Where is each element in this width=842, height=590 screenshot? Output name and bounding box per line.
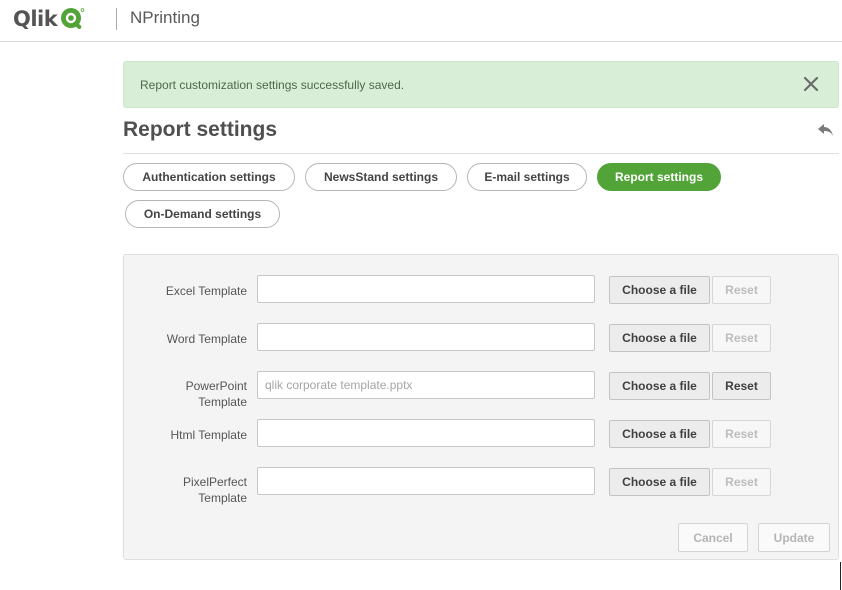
update-button[interactable]: Update xyxy=(758,523,830,552)
pixelperfect-choose-file-button[interactable]: Choose a file xyxy=(609,468,710,496)
page-title: Report settings xyxy=(123,118,278,141)
back-arrow-icon[interactable] xyxy=(816,122,836,138)
excel-reset-button[interactable]: Reset xyxy=(712,276,771,304)
alert-message: Report customization settings successful… xyxy=(140,78,405,92)
tab-label: Authentication settings xyxy=(142,170,276,184)
pixelperfect-template-input[interactable] xyxy=(257,467,595,495)
tab-label: Report settings xyxy=(614,170,703,184)
html-reset-button[interactable]: Reset xyxy=(712,420,771,448)
tab-report-settings[interactable]: Report settings xyxy=(597,163,721,191)
label-line: PowerPoint xyxy=(185,379,247,393)
html-choose-file-button[interactable]: Choose a file xyxy=(609,420,710,448)
label-line: PixelPerfect xyxy=(182,475,247,489)
html-template-input[interactable] xyxy=(257,419,595,447)
pixelperfect-template-label: PixelPerfect Template xyxy=(124,474,247,506)
text-cursor xyxy=(840,562,841,590)
excel-choose-file-button[interactable]: Choose a file xyxy=(609,276,710,304)
tab-label: NewsStand settings xyxy=(323,170,439,184)
word-template-label: Word Template xyxy=(166,332,247,346)
word-reset-button[interactable]: Reset xyxy=(712,324,771,352)
excel-template-label: Excel Template xyxy=(165,284,247,298)
powerpoint-reset-button[interactable]: Reset xyxy=(712,372,771,400)
pixelperfect-reset-button[interactable]: Reset xyxy=(712,468,771,496)
top-bar: Qlik NPrinting xyxy=(0,0,842,42)
powerpoint-template-input[interactable] xyxy=(257,371,595,399)
qlik-q-icon xyxy=(61,8,85,29)
powerpoint-template-label: PowerPoint Template xyxy=(124,378,247,410)
powerpoint-choose-file-button[interactable]: Choose a file xyxy=(609,372,710,400)
word-template-input[interactable] xyxy=(257,323,595,351)
success-alert: Report customization settings successful… xyxy=(123,61,839,108)
title-divider xyxy=(123,153,839,154)
templates-panel: Excel Template Choose a file Reset Word … xyxy=(123,254,839,560)
qlik-logo[interactable]: Qlik xyxy=(13,6,85,32)
excel-template-input[interactable] xyxy=(257,275,595,303)
html-template-label: Html Template xyxy=(170,428,247,442)
label-line: Template xyxy=(198,395,247,409)
close-icon[interactable] xyxy=(802,75,820,93)
cancel-button[interactable]: Cancel xyxy=(678,523,748,552)
word-choose-file-button[interactable]: Choose a file xyxy=(609,324,710,352)
tab-label: On-Demand settings xyxy=(143,207,262,221)
tab-label: E-mail settings xyxy=(484,170,570,184)
tab-email-settings[interactable]: E-mail settings xyxy=(467,163,587,191)
tab-newsstand-settings[interactable]: NewsStand settings xyxy=(305,163,457,191)
logo-text: Qlik xyxy=(13,7,58,31)
header-divider xyxy=(116,8,117,30)
tab-on-demand-settings[interactable]: On-Demand settings xyxy=(125,200,280,228)
tab-authentication-settings[interactable]: Authentication settings xyxy=(123,163,295,191)
product-name: NPrinting xyxy=(130,8,200,27)
label-line: Template xyxy=(198,491,247,505)
